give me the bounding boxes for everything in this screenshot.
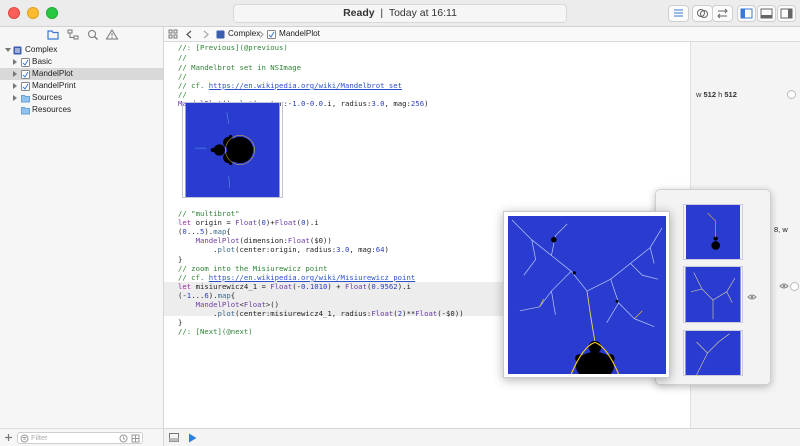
breadcrumb-page[interactable]: MandelPlot [279, 27, 320, 41]
warning-icon [105, 29, 119, 40]
result-thumbnail[interactable] [683, 266, 743, 323]
disclosure-closed-icon[interactable] [13, 59, 17, 65]
jump-bar: Complex MandelPlot [164, 27, 800, 42]
playground-icon [216, 30, 225, 39]
right-panel-icon [780, 8, 793, 19]
back-arrow-icon[interactable] [185, 30, 193, 39]
issue-navigator-tab[interactable] [105, 28, 119, 41]
grid-icon[interactable] [131, 434, 140, 443]
version-editor-button[interactable] [712, 5, 733, 22]
navigator-tabs [0, 27, 163, 42]
inline-result-image[interactable] [182, 102, 283, 198]
zoom-window-button[interactable] [46, 7, 58, 19]
disclosure-closed-icon[interactable] [13, 71, 17, 77]
fractal-thumbnail-image [685, 331, 741, 376]
toggle-debug-area-button[interactable] [757, 5, 776, 22]
align-lines-icon [674, 9, 683, 17]
toggle-navigator-button[interactable] [737, 5, 756, 22]
filter-placeholder: Filter [31, 433, 48, 442]
play-icon[interactable] [188, 433, 197, 443]
page-icon [21, 82, 30, 91]
rings-icon [697, 9, 708, 18]
toggle-utilities-button[interactable] [777, 5, 796, 22]
filter-input[interactable]: Filter [17, 432, 143, 444]
tree-item-label: MandelPrint [32, 81, 76, 90]
result-preview-large[interactable] [503, 211, 670, 378]
code-line: // Mandelbrot set in NSImage [178, 63, 302, 72]
playground-icon [13, 46, 22, 55]
code-line: .plot(center:misiurewicz4_1, radius:Floa… [178, 309, 464, 318]
tree-item-basic[interactable]: Basic [0, 56, 163, 68]
page-icon [21, 70, 30, 79]
folder-icon [21, 95, 30, 103]
assistant-editor-button[interactable] [692, 5, 713, 22]
code-line: //: [Next](@next) [178, 327, 253, 336]
tree-item-label: Complex [25, 45, 58, 54]
symbol-navigator-tab[interactable] [66, 28, 80, 41]
forward-arrow-icon[interactable] [202, 30, 210, 39]
eye-icon[interactable] [779, 282, 789, 290]
code-line: .plot(center:origin, radius:3.0, mag:64) [178, 245, 389, 254]
console-toggle-icon[interactable] [169, 433, 179, 442]
status-text: Ready [343, 7, 375, 19]
code-line: // cf. https://en.wikipedia.org/wiki/Man… [178, 81, 403, 90]
disclosure-closed-icon[interactable] [13, 95, 17, 101]
page-icon [21, 58, 30, 67]
hierarchy-icon [67, 29, 79, 40]
left-panel-icon [740, 8, 753, 19]
tree-item-resources[interactable]: Resources [0, 104, 163, 116]
tree-item-mandelprint[interactable]: MandelPrint [0, 80, 163, 92]
tree-item-sources[interactable]: Sources [0, 92, 163, 104]
quick-look-button[interactable] [787, 90, 796, 99]
result-toggle-button[interactable] [790, 282, 799, 291]
status-timestamp: Today at 16:11 [388, 7, 457, 19]
minimize-window-button[interactable] [27, 7, 39, 19]
project-navigator-tab[interactable] [46, 28, 60, 41]
breadcrumb-separator-icon [259, 31, 264, 38]
search-icon [88, 30, 98, 40]
result-thumbnail[interactable] [683, 204, 743, 260]
fractal-thumbnail-image [686, 205, 740, 259]
result-popover [655, 189, 771, 385]
misiurewicz-zoom-image [508, 216, 666, 374]
partial-result-text: 8, w [774, 225, 788, 234]
result-thumbnail[interactable] [683, 330, 743, 376]
filter-icon [20, 434, 29, 443]
clock-icon[interactable] [119, 434, 128, 443]
tree-item-label: Resources [32, 105, 72, 114]
project-navigator: Complex Basic MandelPlot MandelPrint Sou… [0, 27, 164, 446]
window-titlebar: Ready | Today at 16:11 [0, 0, 800, 27]
navigator-filter-bar: Filter [0, 428, 163, 446]
folder-icon [21, 107, 30, 115]
folder-icon [47, 30, 59, 40]
mandelbrot-image [185, 103, 280, 197]
tree-item-label: Basic [32, 57, 53, 66]
mandelbrot-link[interactable]: https://en.wikipedia.org/wiki/Mandelbrot… [209, 81, 402, 90]
image-dimensions: w 512 h 512 [696, 90, 737, 99]
tree-item-complex[interactable]: Complex [0, 44, 163, 56]
disclosure-open-icon[interactable] [5, 48, 11, 52]
standard-editor-button[interactable] [668, 5, 689, 22]
eye-icon[interactable] [747, 293, 757, 301]
swap-arrows-icon [717, 8, 728, 19]
tree-item-label: Sources [32, 93, 63, 102]
add-icon[interactable] [4, 433, 13, 442]
tree-item-mandelplot[interactable]: MandelPlot [0, 68, 163, 80]
find-navigator-tab[interactable] [86, 28, 100, 41]
tree-item-label: MandelPlot [32, 69, 73, 78]
page-icon [267, 30, 276, 39]
debug-bar [164, 428, 800, 446]
related-items-icon[interactable] [168, 29, 178, 39]
code-line: //: [Previous](@previous) [178, 43, 288, 52]
disclosure-closed-icon[interactable] [13, 83, 17, 89]
close-window-button[interactable] [8, 7, 20, 19]
fractal-thumbnail-image [685, 267, 741, 322]
activity-status: Ready | Today at 16:11 [233, 4, 567, 23]
breadcrumb-project[interactable]: Complex [228, 27, 260, 41]
bottom-panel-icon [760, 8, 773, 19]
